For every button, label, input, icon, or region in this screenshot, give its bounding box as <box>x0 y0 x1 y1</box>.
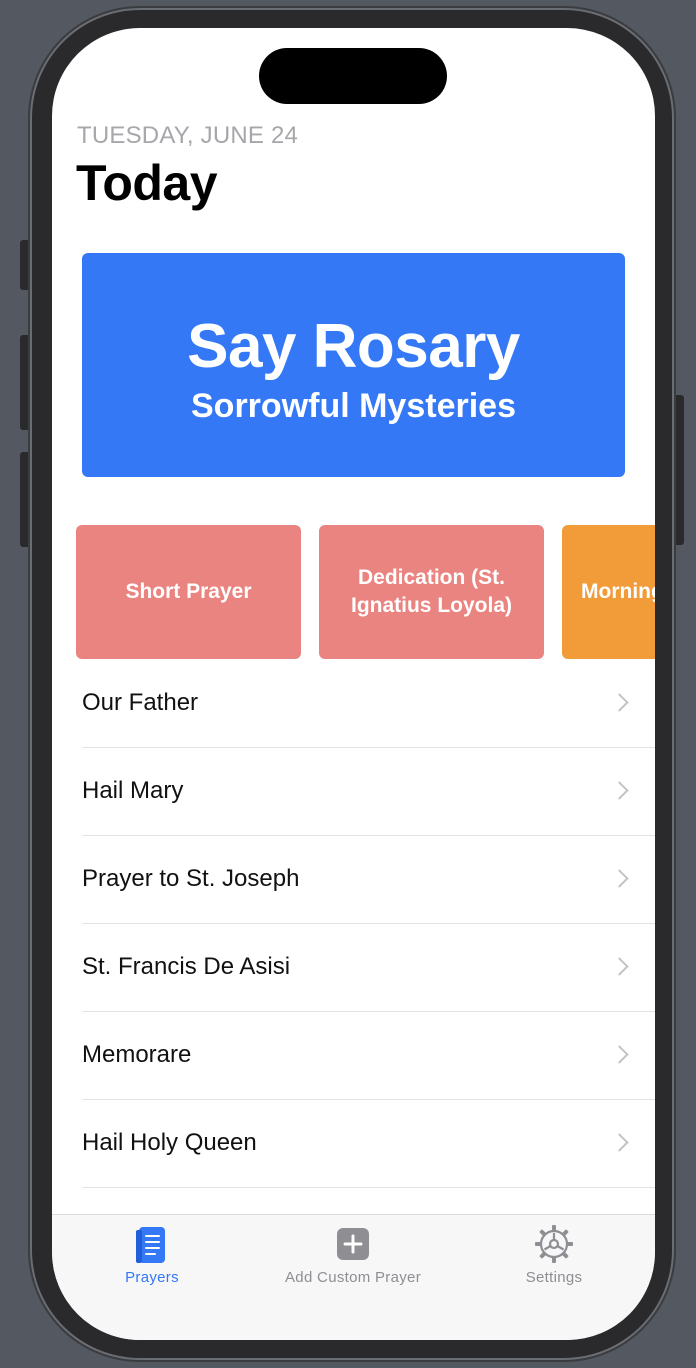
list-item-label: Memorare <box>82 1041 192 1068</box>
list-item-label: St. Francis De Asisi <box>82 953 291 980</box>
volume-up-button <box>20 335 30 430</box>
tab-label: Add Custom Prayer <box>285 1269 421 1286</box>
say-rosary-card[interactable]: Say Rosary Sorrowful Mysteries <box>82 253 625 477</box>
hero-subtitle: Sorrowful Mysteries <box>191 387 516 425</box>
tab-settings[interactable]: Settings <box>454 1215 654 1295</box>
power-button <box>674 395 684 545</box>
hero-title: Say Rosary <box>187 312 520 381</box>
prayer-card-dedication[interactable]: Dedication (St. Ignatius Loyola) <box>319 525 544 659</box>
list-item[interactable]: Hail Holy Queen <box>82 1100 655 1188</box>
dynamic-island <box>259 48 447 104</box>
prayer-card-label: Dedication (St. Ignatius Loyola) <box>350 566 512 617</box>
book-icon <box>135 1225 169 1270</box>
list-item[interactable]: Hail Mary <box>82 748 655 836</box>
prayer-card-morning[interactable]: Morning <box>562 525 655 659</box>
tab-label: Settings <box>525 1269 583 1286</box>
list-item-label: Prayer to St. Joseph <box>82 865 300 892</box>
chevron-right-icon <box>610 693 629 712</box>
page-title: Today <box>76 155 218 211</box>
prayer-cards-carousel[interactable]: Short Prayer Dedication (St. Ignatius Lo… <box>76 525 655 659</box>
tab-bar: Prayers Add Custom Prayer Settings <box>52 1214 655 1340</box>
chevron-right-icon <box>610 1133 629 1152</box>
prayer-card-label: Morning <box>581 580 655 603</box>
chevron-right-icon <box>610 1045 629 1064</box>
chevron-right-icon <box>610 957 629 976</box>
list-item-label: Hail Holy Queen <box>82 1129 257 1156</box>
tab-label: Prayers <box>125 1269 179 1286</box>
list-item[interactable]: Prayer to St. Joseph <box>82 836 655 924</box>
chevron-right-icon <box>610 781 629 800</box>
action-button <box>20 240 30 290</box>
list-item[interactable]: St. Francis De Asisi <box>82 924 655 1012</box>
list-item[interactable]: Memorare <box>82 1012 655 1100</box>
prayer-card-label: Short Prayer <box>125 580 252 603</box>
gear-icon <box>534 1224 574 1269</box>
chevron-right-icon <box>610 869 629 888</box>
app-screen: TUESDAY, JUNE 24 Today Say Rosary Sorrow… <box>52 28 655 1340</box>
prayer-card-short-prayer[interactable]: Short Prayer <box>76 525 301 659</box>
tab-prayers[interactable]: Prayers <box>52 1215 252 1295</box>
prayer-list: Our Father Hail Mary Prayer to St. Josep… <box>82 660 655 1188</box>
tab-add-custom-prayer[interactable]: Add Custom Prayer <box>253 1215 453 1295</box>
plus-square-icon <box>336 1227 370 1266</box>
list-item-label: Hail Mary <box>82 777 184 804</box>
list-item-label: Our Father <box>82 689 199 716</box>
list-item[interactable]: Our Father <box>82 660 655 748</box>
date-label: TUESDAY, JUNE 24 <box>77 122 299 149</box>
volume-down-button <box>20 452 30 547</box>
